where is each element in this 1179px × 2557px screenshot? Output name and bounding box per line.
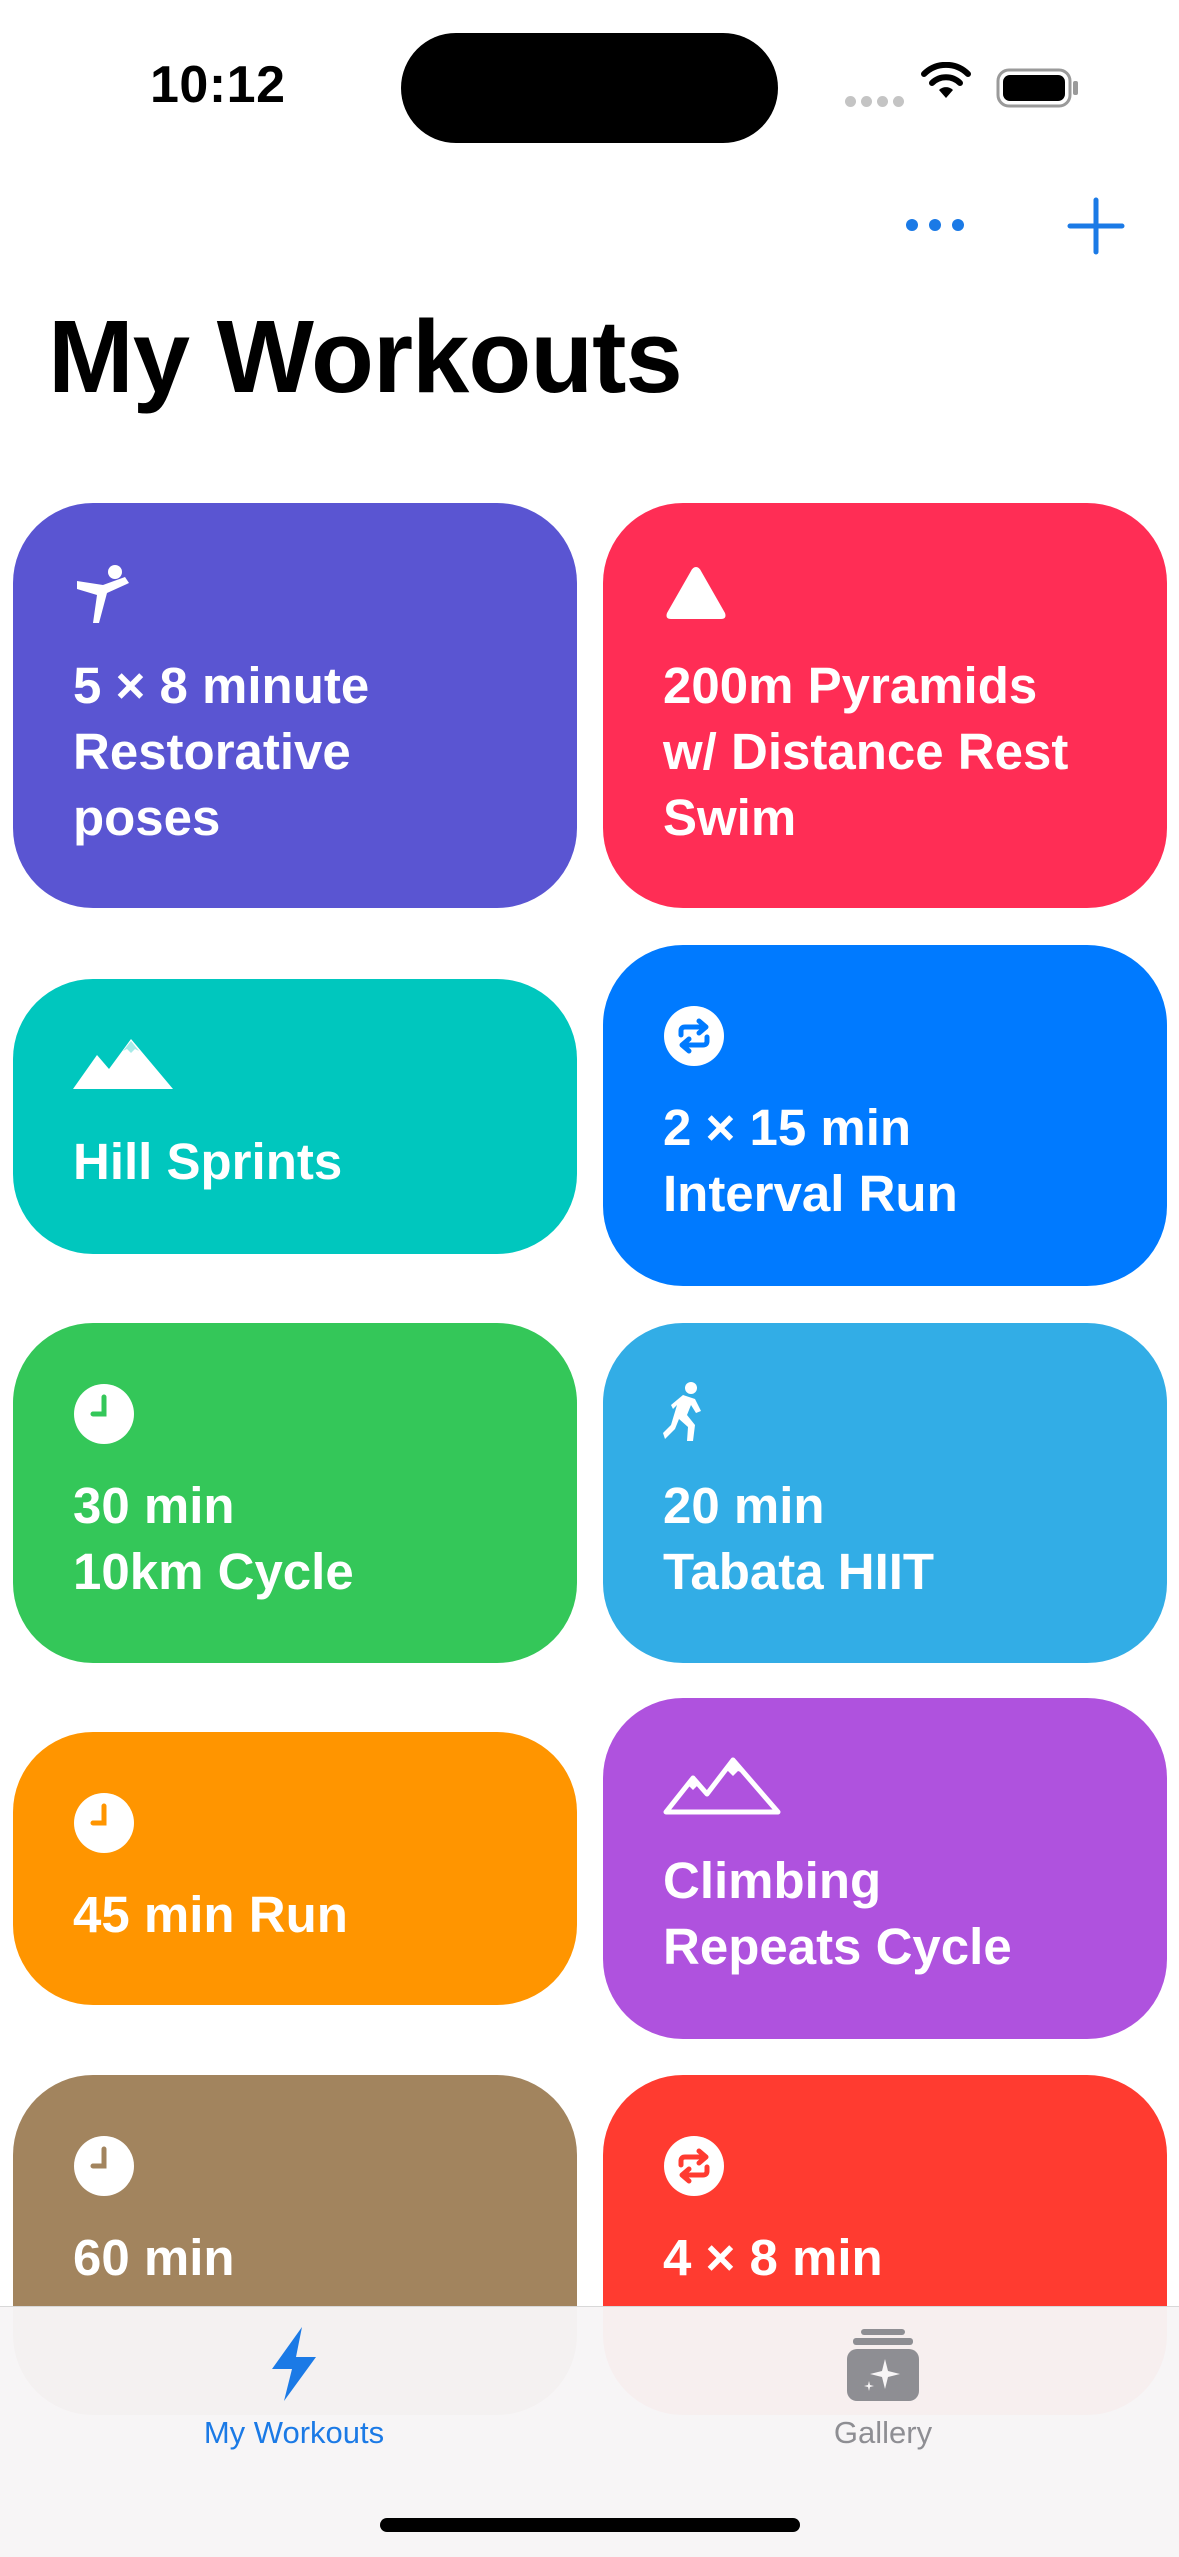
gallery-stack-icon <box>847 2329 919 2401</box>
bolt-icon <box>272 2327 316 2401</box>
home-indicator <box>380 2518 800 2532</box>
clock-icon <box>74 2136 134 2196</box>
workout-title-line: Hill Sprints <box>73 1133 343 1190</box>
repeat-icon <box>664 1006 724 1066</box>
workout-title-line: Restorative <box>73 723 351 780</box>
workout-card[interactable]: 30 min 10km Cycle <box>13 1323 577 1663</box>
workout-title-line: 30 min <box>73 1477 235 1534</box>
battery-icon <box>996 68 1078 108</box>
workout-card[interactable]: 2 × 15 min Interval Run <box>603 945 1167 1286</box>
workout-title-line: 5 × 8 minute <box>73 657 370 714</box>
mountains-icon <box>73 1039 173 1089</box>
workout-title-line: 10km Cycle <box>73 1543 354 1600</box>
yoga-icon <box>77 565 129 623</box>
workout-title-line: Repeats Cycle <box>663 1918 1012 1975</box>
triangle-icon <box>666 567 726 619</box>
dynamic-island <box>401 33 778 143</box>
workout-title-line: 4 × 8 min <box>663 2229 883 2286</box>
wifi-icon <box>921 62 971 98</box>
workout-title-line: 200m Pyramids <box>663 657 1038 714</box>
workout-title-line: 20 min <box>663 1477 825 1534</box>
workout-card[interactable]: Climbing Repeats Cycle <box>603 1698 1167 2039</box>
mountains-outline-icon <box>663 1757 781 1815</box>
workout-title-line: Interval Run <box>663 1165 958 1222</box>
repeat-icon <box>664 2136 724 2196</box>
workout-title-line: 45 min Run <box>73 1886 348 1943</box>
workout-card[interactable]: 45 min Run <box>13 1732 577 2005</box>
workout-card[interactable]: 5 × 8 minute Restorative poses <box>13 503 577 908</box>
workout-card[interactable]: Hill Sprints <box>13 979 577 1254</box>
tab-gallery[interactable]: Gallery <box>683 2307 1083 2450</box>
clock-icon <box>74 1384 134 1444</box>
tab-my-workouts[interactable]: My Workouts <box>94 2307 494 2450</box>
workout-title-line: poses <box>73 789 221 846</box>
workout-card[interactable]: 20 min Tabata HIIT <box>603 1323 1167 1663</box>
workout-title-line: 60 min <box>73 2229 235 2286</box>
workout-card[interactable]: 200m Pyramids w/ Distance Rest Swim <box>603 503 1167 908</box>
runner-icon <box>663 1382 701 1441</box>
status-time: 10:12 <box>150 56 286 114</box>
more-options-button[interactable] <box>904 208 966 242</box>
tab-label: My Workouts <box>203 2415 385 2450</box>
tab-label: Gallery <box>833 2415 933 2450</box>
workout-title-line: Swim <box>663 789 797 846</box>
workout-title-line: 2 × 15 min <box>663 1099 912 1156</box>
add-workout-button[interactable] <box>1066 196 1126 256</box>
cellular-signal-icon <box>845 94 909 112</box>
clock-icon <box>74 1793 134 1853</box>
workout-title-line: Climbing <box>663 1852 882 1909</box>
page-title: My Workouts <box>48 299 683 414</box>
workout-title-line: w/ Distance Rest <box>663 723 1069 780</box>
workout-title-line: Tabata HIIT <box>663 1543 935 1600</box>
